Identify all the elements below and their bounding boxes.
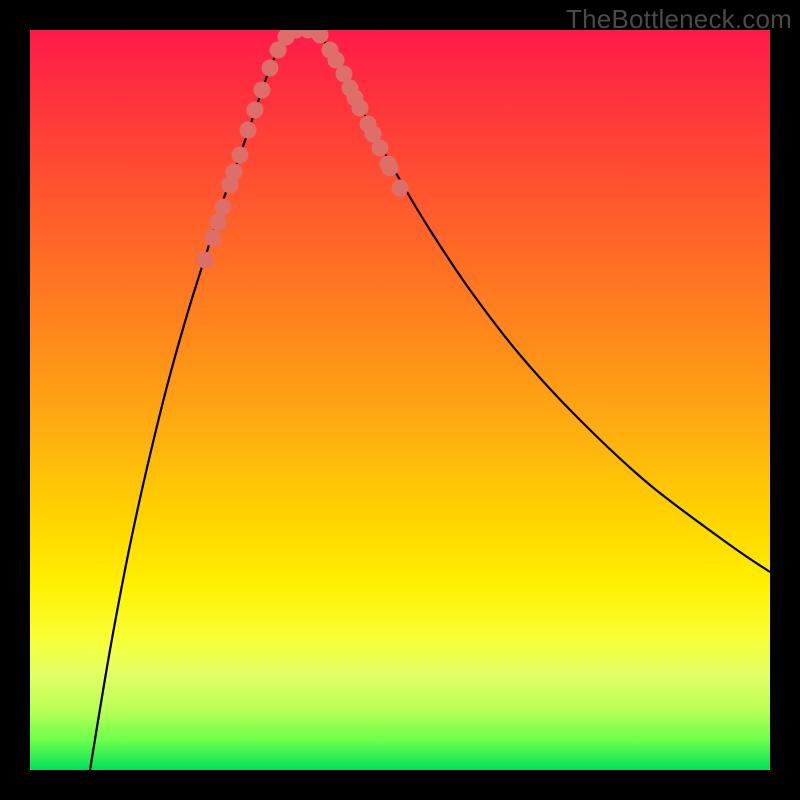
marker-point — [240, 122, 257, 139]
v-curve — [90, 30, 770, 770]
curve-group — [90, 30, 770, 770]
marker-point — [210, 214, 227, 231]
marker-point — [247, 102, 264, 119]
marker-point — [372, 140, 389, 157]
marker-point — [312, 30, 329, 44]
marker-point — [352, 100, 369, 117]
plot-area — [30, 30, 770, 770]
marker-point — [254, 82, 271, 99]
marker-point — [226, 164, 243, 181]
marker-point — [197, 252, 214, 269]
curve-svg — [30, 30, 770, 770]
marker-point — [382, 160, 399, 177]
marker-point — [392, 180, 409, 197]
watermark-text: TheBottleneck.com — [566, 4, 792, 35]
marker-point — [262, 60, 279, 77]
marker-point — [205, 230, 222, 247]
chart-frame: TheBottleneck.com — [0, 0, 800, 800]
marker-point — [232, 147, 249, 164]
marker-point — [215, 199, 232, 216]
marker-group — [197, 30, 409, 269]
